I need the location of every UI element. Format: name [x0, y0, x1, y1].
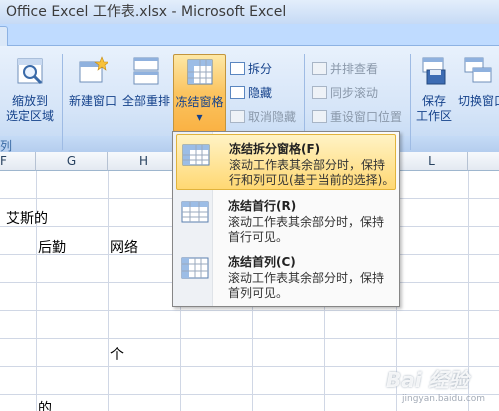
menu-item-freeze-panes[interactable]: 冻结拆分窗格(F) 滚动工作表其余部分时，保持 行和列可见(基于当前的选择)。 — [176, 134, 396, 190]
save-workspace-label-2: 工作区 — [415, 109, 452, 123]
cell-text[interactable]: 个 — [110, 344, 124, 364]
reset-position-label: 重设窗口位置 — [330, 110, 403, 124]
freeze-panes-menu: 冻结拆分窗格(F) 滚动工作表其余部分时，保持 行和列可见(基于当前的选择)。 冻… — [172, 131, 400, 307]
side-by-side-label: 并排查看 — [330, 62, 379, 76]
grid-line — [0, 338, 499, 339]
sync-scroll-icon — [312, 86, 327, 99]
column-header-l[interactable]: L — [396, 152, 468, 171]
zoom-selection-label-2: 选定区域 — [5, 109, 54, 123]
column-header-f[interactable]: F — [0, 152, 36, 171]
menu-item-title: 冻结首行(R) — [228, 199, 297, 213]
menu-item-title: 冻结首列(C) — [228, 255, 296, 269]
split-button[interactable]: 拆分 — [230, 60, 272, 78]
switch-windows-icon — [464, 57, 491, 83]
freeze-panes-label: 冻结窗格 — [175, 95, 224, 109]
menu-item-description: 滚动工作表其余部分时，保持 行和列可见(基于当前的选择)。 — [229, 158, 395, 187]
unhide-icon — [230, 110, 245, 123]
freeze-panes-button[interactable]: 冻结窗格 ▾ — [173, 54, 226, 132]
freeze-panes-icon — [187, 59, 212, 85]
chevron-down-icon: ▾ — [196, 110, 203, 124]
unhide-button[interactable]: 取消隐藏 — [230, 108, 296, 126]
side-by-side-icon — [312, 62, 327, 75]
ribbon-tab-row — [0, 24, 499, 46]
zoom-selection-label-1: 缩放到 — [11, 94, 48, 108]
freeze-first-column-icon — [181, 257, 209, 279]
zoom-to-selection-button[interactable]: 缩放到 选定区域 — [2, 54, 58, 134]
cell-text[interactable]: 网络 — [110, 237, 138, 257]
sync-scroll-label: 同步滚动 — [330, 86, 379, 100]
grid-line — [36, 171, 37, 411]
cell-text[interactable]: 的 — [38, 398, 52, 411]
ribbon-tab-edge[interactable] — [0, 26, 8, 46]
column-header-g[interactable]: G — [36, 152, 108, 171]
switch-windows-label: 切换窗口 — [458, 94, 499, 108]
sync-scroll-button[interactable]: 同步滚动 — [312, 84, 378, 102]
reset-position-icon — [312, 110, 327, 123]
cell-text[interactable]: 后勤 — [38, 237, 66, 257]
watermark-url: jingyan.baidu.com — [402, 394, 486, 404]
view-side-by-side-button[interactable]: 并排查看 — [312, 60, 378, 78]
grid-line — [108, 171, 109, 411]
arrange-all-label: 全部重排 — [121, 94, 170, 108]
menu-item-description: 滚动工作表其余部分时，保持 首列可见。 — [228, 271, 385, 300]
new-window-icon — [79, 56, 108, 83]
switch-windows-button[interactable]: 切换窗口 — [456, 54, 499, 134]
menu-item-freeze-first-column[interactable]: 冻结首列(C) 滚动工作表其余部分时，保持 首列可见。 — [176, 248, 396, 304]
new-window-button[interactable]: 新建窗口 — [66, 54, 120, 134]
new-window-label: 新建窗口 — [68, 94, 117, 108]
menu-item-freeze-top-row[interactable]: 冻结首行(R) 滚动工作表其余部分时，保持 首行可见。 — [176, 192, 396, 248]
save-workspace-icon — [422, 57, 446, 85]
freeze-panes-grid-icon — [182, 144, 210, 166]
column-header-h[interactable]: H — [108, 152, 180, 171]
cell-text[interactable]: 艾斯的 — [6, 208, 48, 228]
save-workspace-label-1: 保存 — [421, 94, 446, 108]
ribbon-separator — [62, 54, 63, 150]
reset-window-position-button[interactable]: 重设窗口位置 — [312, 108, 402, 126]
split-icon — [230, 62, 245, 75]
arrange-all-icon — [133, 57, 159, 85]
split-label: 拆分 — [248, 62, 273, 76]
ribbon-separator — [410, 54, 411, 150]
arrange-all-button[interactable]: 全部重排 — [120, 54, 172, 134]
hide-icon — [230, 86, 245, 99]
zoom-selection-icon — [17, 58, 43, 85]
unhide-label: 取消隐藏 — [248, 110, 297, 124]
freeze-top-row-icon — [181, 201, 209, 223]
save-workspace-button[interactable]: 保存 工作区 — [414, 54, 454, 134]
hide-button[interactable]: 隐藏 — [230, 84, 272, 102]
grid-line — [0, 310, 499, 311]
menu-item-description: 滚动工作表其余部分时，保持 首行可见。 — [228, 215, 385, 244]
window-title: Office Excel 工作表.xlsx - Microsoft Excel — [0, 0, 499, 24]
hide-label: 隐藏 — [248, 86, 273, 100]
column-header-m[interactable] — [468, 152, 499, 171]
menu-item-title: 冻结拆分窗格(F) — [229, 142, 321, 156]
